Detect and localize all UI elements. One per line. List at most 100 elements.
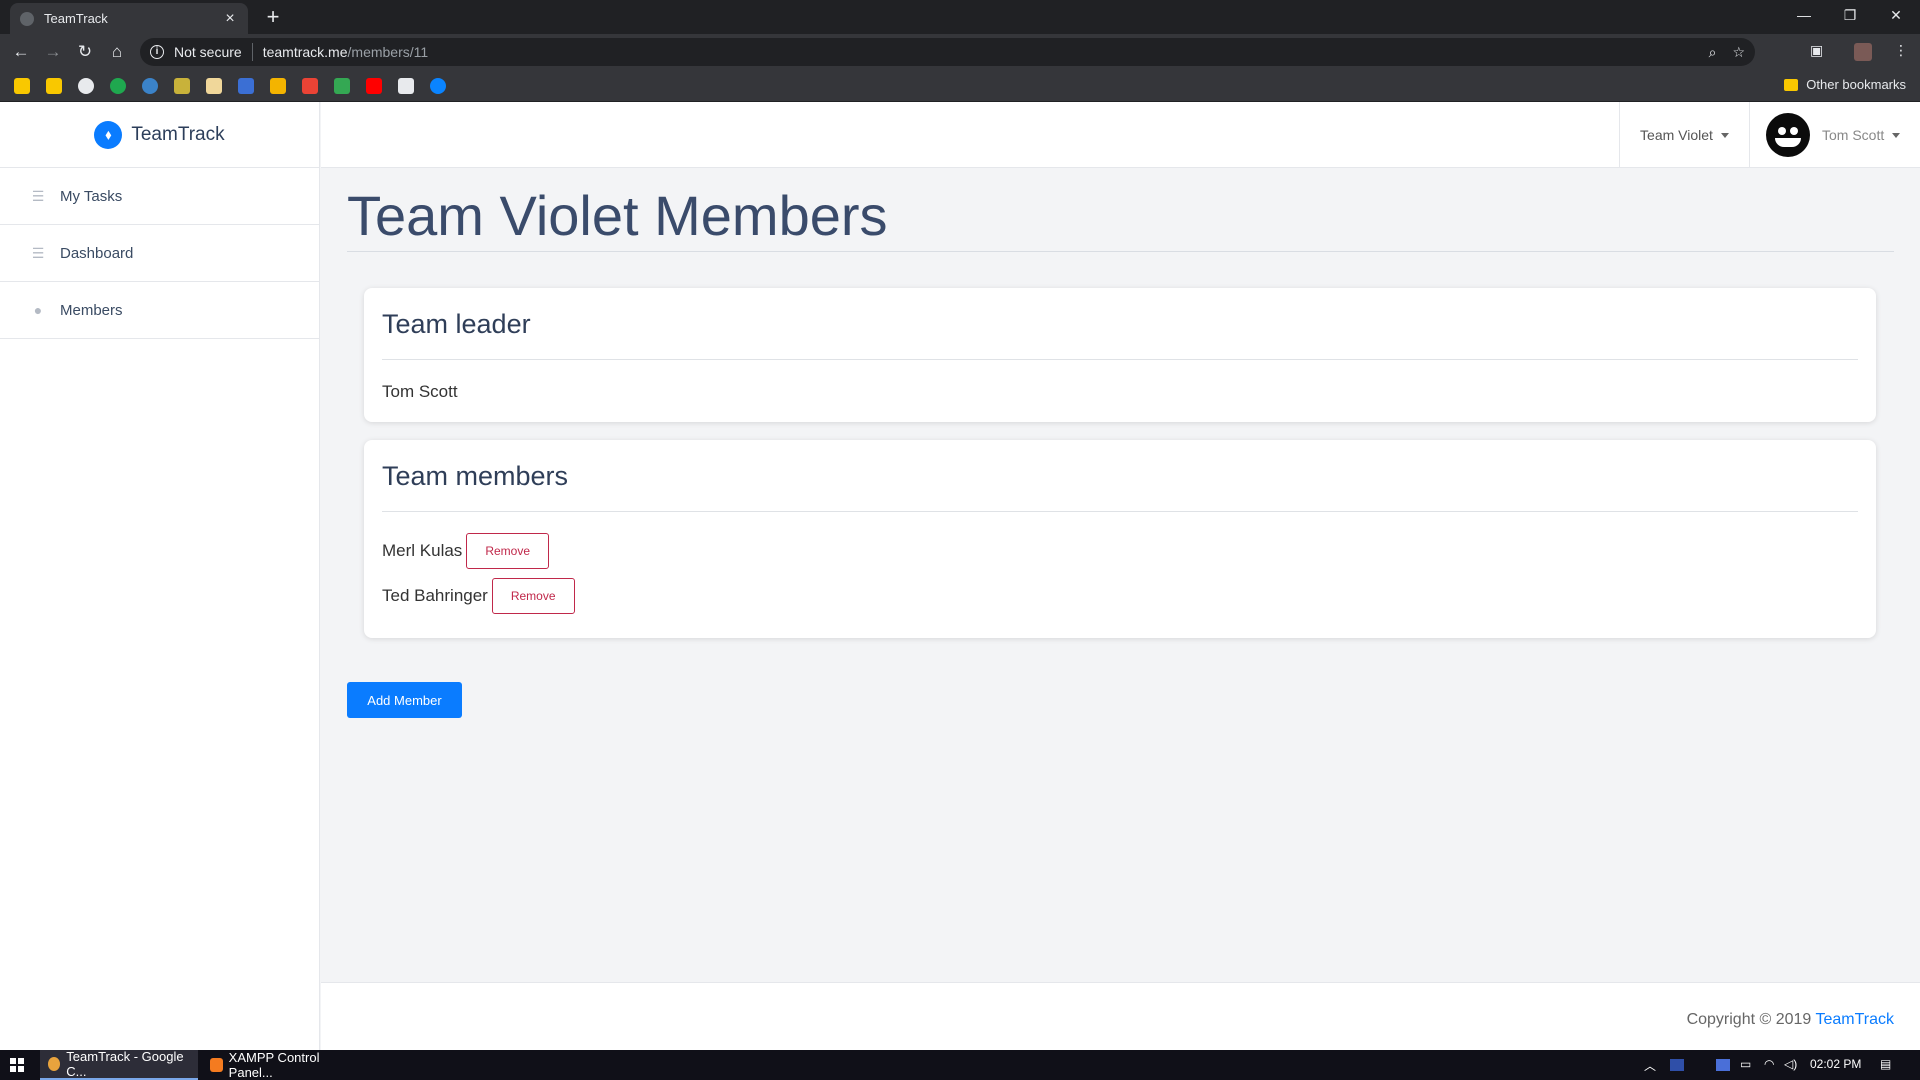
taskbar: TeamTrack - Google C... XAMPP Control Pa… <box>0 1049 1920 1080</box>
taskbar-app-chrome[interactable]: TeamTrack - Google C... <box>40 1049 198 1080</box>
team-selector-dropdown[interactable]: Team Violet <box>1619 102 1749 168</box>
tab-title: TeamTrack <box>44 11 108 26</box>
caret-down-icon <box>1892 132 1901 138</box>
page-title: Team Violet Members <box>347 188 1894 252</box>
team-leader-heading: Team leader <box>382 288 1858 360</box>
pocket-icon[interactable]: ▣ <box>1810 42 1823 59</box>
member-row: Merl Kulas Remove <box>382 528 1858 573</box>
member-row: Ted Bahringer Remove <box>382 573 1858 618</box>
avatar <box>1766 113 1810 157</box>
remove-member-button[interactable]: Remove <box>491 577 575 614</box>
bookmark-infinity-icon[interactable] <box>142 78 158 94</box>
address-bar[interactable]: i Not secure teamtrack.me /members/11 ⌕ … <box>140 38 1755 66</box>
copyright-text: Copyright © 2019 <box>1686 1011 1812 1028</box>
info-icon[interactable]: i <box>150 45 164 59</box>
folder-icon <box>1784 78 1799 91</box>
clock[interactable]: 02:02 PM <box>1810 1057 1861 1071</box>
team-leader-card: Team leader Tom Scott <box>364 288 1876 422</box>
bookmark-star-icon[interactable]: ☆ <box>1732 44 1745 61</box>
reload-icon[interactable]: ↻ <box>73 40 97 64</box>
xampp-icon <box>210 1058 223 1072</box>
other-bookmarks-label: Other bookmarks <box>1806 77 1906 92</box>
url-path: /members/11 <box>347 44 429 60</box>
address-separator <box>251 43 253 61</box>
sidebar-item-label: My Tasks <box>60 187 123 205</box>
browser-tab-bar: TeamTrack × + — ❐ ✕ <box>0 0 1920 34</box>
top-bar: Team Violet Tom Scott <box>321 102 1920 168</box>
wifi-icon[interactable]: ◠ <box>1764 1057 1774 1071</box>
bookmark-folder-icon[interactable] <box>46 78 62 94</box>
team-leader-name: Tom Scott <box>382 382 458 401</box>
bookmarks-bar: Other bookmarks <box>0 70 1920 102</box>
footer: Copyright © 2019 TeamTrack <box>321 982 1920 1050</box>
teamtrack-logo-icon: ⬧ <box>94 120 123 149</box>
bookmark-folder-icon[interactable] <box>14 78 30 94</box>
user-menu-dropdown[interactable]: Tom Scott <box>1749 102 1920 168</box>
user-name: Tom Scott <box>1822 127 1885 143</box>
tray-app-icon[interactable] <box>1716 1059 1730 1071</box>
team-members-card: Team members Merl Kulas Remove Ted Bahri… <box>364 440 1876 638</box>
user-icon: ● <box>33 302 43 318</box>
tab-favicon-icon <box>20 11 34 26</box>
restore-icon[interactable]: ❐ <box>1827 0 1873 30</box>
new-tab-button[interactable]: + <box>260 4 286 30</box>
brand[interactable]: ⬧ TeamTrack <box>0 102 319 168</box>
add-member-button[interactable]: Add Member <box>347 682 462 718</box>
windows-start-icon[interactable] <box>10 1058 24 1072</box>
zoom-icon[interactable]: ⌕ <box>1709 44 1717 61</box>
sidebar: ⬧ TeamTrack ☰ My Tasks ☰ Dashboard ● Mem… <box>0 102 320 1050</box>
caret-down-icon <box>1720 132 1729 138</box>
url-host: teamtrack.me <box>262 44 348 60</box>
battery-icon[interactable]: ▭ <box>1740 1057 1751 1071</box>
other-bookmarks[interactable]: Other bookmarks <box>1784 77 1906 92</box>
team-members-heading: Team members <box>382 440 1858 512</box>
sidebar-item-my-tasks[interactable]: ☰ My Tasks <box>0 168 319 225</box>
browser-toolbar: ← → ↻ ⌂ i Not secure teamtrack.me /membe… <box>0 34 1920 70</box>
team-selector-label: Team Violet <box>1640 127 1713 143</box>
list-icon: ☰ <box>31 187 45 204</box>
browser-tab[interactable]: TeamTrack × <box>10 3 248 34</box>
github-icon[interactable] <box>78 78 94 94</box>
list-icon: ☰ <box>31 244 45 261</box>
taskbar-app-label: XAMPP Control Panel... <box>228 1050 320 1080</box>
sidebar-item-label: Dashboard <box>60 244 134 262</box>
tab-close-icon[interactable]: × <box>222 10 238 28</box>
volume-icon[interactable]: ◁) <box>1784 1057 1797 1071</box>
brand-name: TeamTrack <box>131 123 225 145</box>
taskbar-app-label: TeamTrack - Google C... <box>66 1049 184 1079</box>
profile-icon[interactable] <box>1854 43 1872 61</box>
drive-icon[interactable] <box>334 78 350 94</box>
sidebar-item-label: Members <box>60 301 123 319</box>
bookmark-h-icon[interactable] <box>110 78 126 94</box>
forward-icon[interactable]: → <box>41 40 65 64</box>
sidebar-item-dashboard[interactable]: ☰ Dashboard <box>0 225 319 282</box>
menu-icon[interactable]: ⋮ <box>1894 42 1908 59</box>
minimize-icon[interactable]: — <box>1781 0 1827 30</box>
app: ⬧ TeamTrack ☰ My Tasks ☰ Dashboard ● Mem… <box>0 102 1920 1050</box>
tray-chevron-icon[interactable]: ︿ <box>1644 1057 1656 1074</box>
taskbar-app-xampp[interactable]: XAMPP Control Panel... <box>202 1050 362 1080</box>
member-list: Merl Kulas Remove Ted Bahringer Remove <box>382 512 1858 618</box>
youtube-icon[interactable] <box>366 78 382 94</box>
back-icon[interactable]: ← <box>9 40 33 64</box>
calendar-icon[interactable] <box>238 78 254 94</box>
keep-icon[interactable] <box>270 78 286 94</box>
sidebar-item-members[interactable]: ● Members <box>0 282 319 339</box>
gmail-icon[interactable] <box>302 78 318 94</box>
copyright: Copyright © 2019 TeamTrack <box>1687 1011 1894 1029</box>
remove-member-button[interactable]: Remove <box>466 532 549 569</box>
notion-icon[interactable] <box>398 78 414 94</box>
bookmark-g-icon[interactable] <box>206 78 222 94</box>
footer-brand-link[interactable]: TeamTrack <box>1815 1011 1894 1028</box>
chrome-icon <box>48 1057 61 1071</box>
messenger-icon[interactable] <box>430 78 446 94</box>
bookmark-image-icon[interactable] <box>174 78 190 94</box>
tray-app-icon[interactable] <box>1670 1059 1684 1071</box>
home-icon[interactable]: ⌂ <box>105 40 129 64</box>
security-label: Not secure <box>174 44 242 60</box>
member-name: Merl Kulas <box>382 540 463 560</box>
member-name: Ted Bahringer <box>382 585 488 605</box>
notifications-icon[interactable]: ▤ <box>1880 1057 1891 1071</box>
window-close-icon[interactable]: ✕ <box>1873 0 1919 30</box>
main-content: Team Violet Members Team leader Tom Scot… <box>321 168 1920 982</box>
